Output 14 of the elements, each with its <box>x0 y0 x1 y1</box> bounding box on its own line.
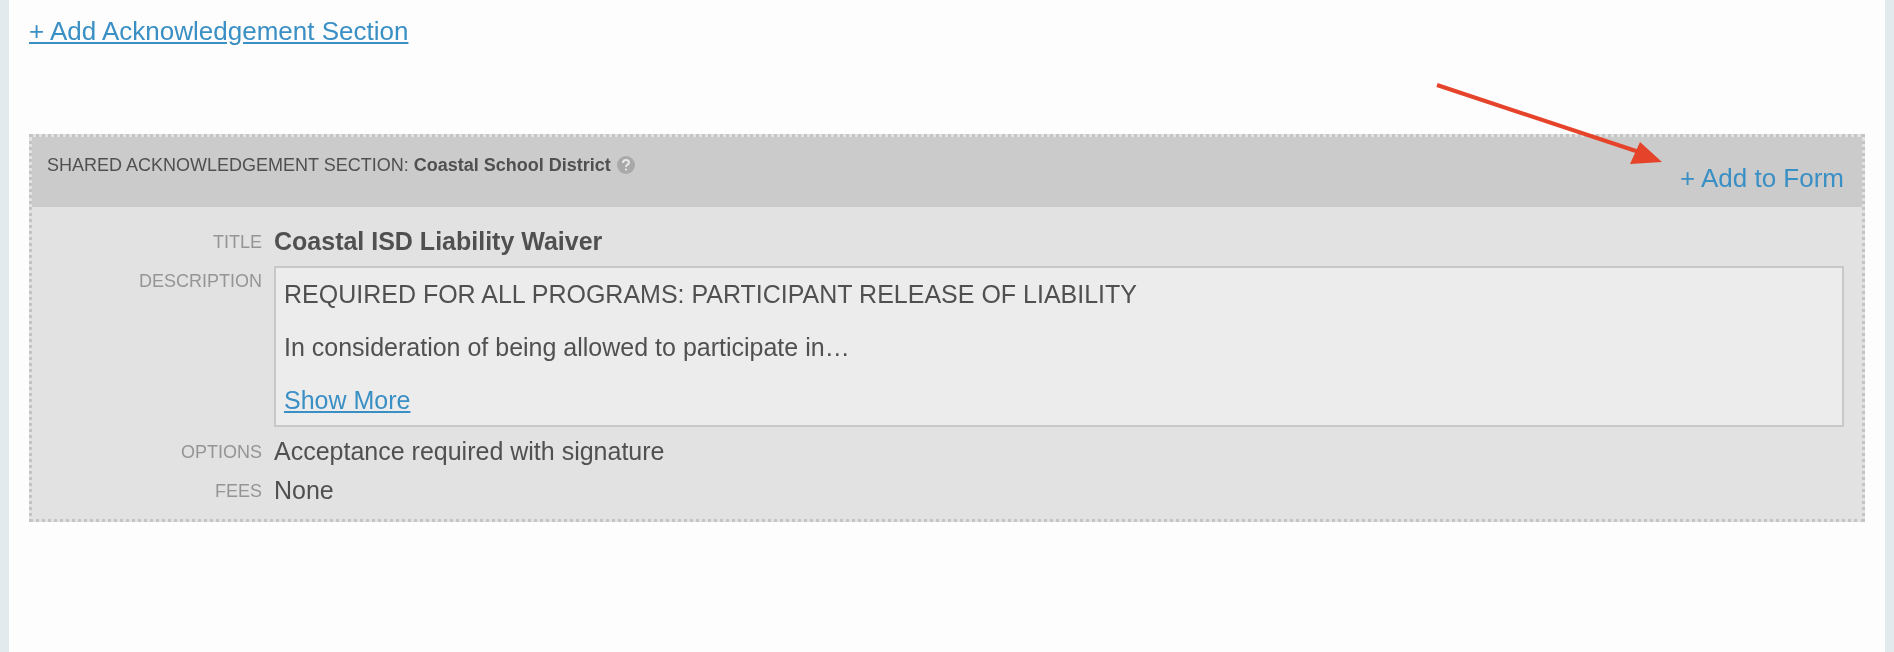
help-icon[interactable] <box>616 156 635 174</box>
field-label: FEES <box>215 480 262 503</box>
field-label: OPTIONS <box>181 441 262 464</box>
field-value: Acceptance required with signature <box>274 437 666 466</box>
field-label: DESCRIPTION <box>139 270 262 293</box>
description-text: In consideration of being allowed to participate in… <box>284 333 851 362</box>
field-label: TITLE <box>213 231 262 254</box>
add-section-link[interactable]: + Add Acknowledgement Section <box>29 16 409 46</box>
section-heading: SHARED ACKNOWLEDGEMENT SECTION: Coastal School District <box>47 155 611 176</box>
field-value: None <box>274 476 335 505</box>
add-to-form-link[interactable]: + Add to Form <box>1679 163 1844 194</box>
description-text: REQUIRED FOR ALL PROGRAMS: PARTICIPANT RELEASE OF LIABILITY <box>284 280 1138 309</box>
title-value: Coastal ISD Liability Waiver <box>274 227 604 256</box>
show-more-link[interactable]: Show More <box>284 386 411 414</box>
